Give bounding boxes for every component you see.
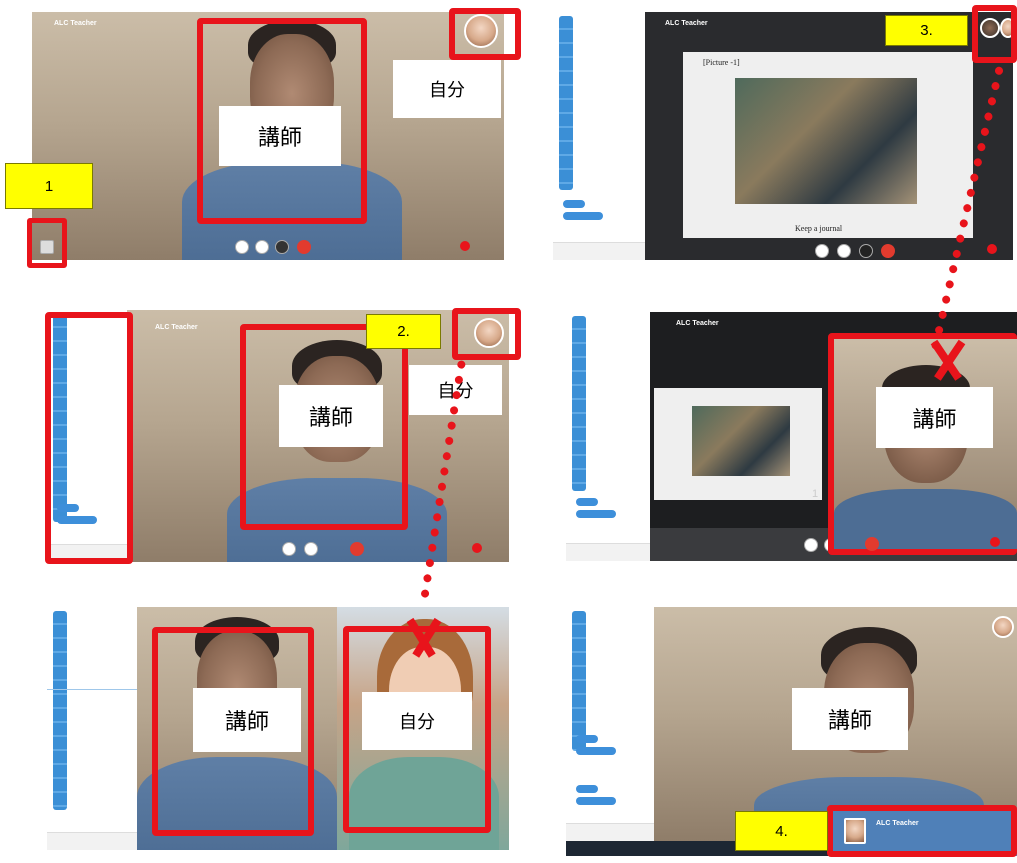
step-1-label: 1 xyxy=(5,163,93,209)
slide-caption: Keep a journal xyxy=(795,224,843,233)
notification-highlight xyxy=(827,805,1017,857)
end-call-button[interactable] xyxy=(297,240,311,254)
chat-messages xyxy=(572,316,586,491)
step-2-label: 2. xyxy=(366,314,441,349)
chat-messages xyxy=(559,16,573,190)
contact-name: ALC Teacher xyxy=(665,20,708,27)
teacher-label: 講師 xyxy=(279,385,383,447)
self-avatar-highlight xyxy=(972,5,1017,63)
chat-panel xyxy=(553,12,645,260)
self-avatar[interactable] xyxy=(992,616,1014,638)
slide-photo xyxy=(735,78,917,204)
contact-name: ALC Teacher xyxy=(54,20,97,27)
step-4-label: 4. xyxy=(735,811,828,851)
contact-name: ALC Teacher xyxy=(155,324,198,331)
mic-button[interactable] xyxy=(304,542,318,556)
heart-icon[interactable] xyxy=(460,241,470,251)
volume-button[interactable] xyxy=(815,244,829,258)
slide-title: [Picture -1] xyxy=(703,58,740,67)
chat-bubble xyxy=(576,747,616,755)
slide-photo xyxy=(692,406,790,476)
chat-panel xyxy=(566,312,650,561)
volume-button[interactable] xyxy=(804,538,818,552)
chat-panel xyxy=(566,607,654,841)
chat-bubble xyxy=(576,785,598,793)
self-label: 自分 xyxy=(393,60,501,118)
shared-picture-slide xyxy=(654,388,822,500)
chat-panel xyxy=(47,607,137,850)
chat-bubble xyxy=(576,510,616,518)
heart-icon[interactable] xyxy=(472,543,482,553)
chat-input[interactable] xyxy=(553,242,645,260)
self-label: 自分 xyxy=(362,692,472,750)
step-3-label: 3. xyxy=(885,15,968,46)
chat-messages xyxy=(53,611,67,810)
arrow-head-step-2 xyxy=(396,616,456,676)
chat-bubble xyxy=(576,735,598,743)
contact-name: ALC Teacher xyxy=(676,320,719,327)
shared-picture-slide: [Picture -1] Keep a journal xyxy=(683,52,973,238)
arrow-head-step-3 xyxy=(920,338,980,394)
self-avatar-highlight xyxy=(449,8,521,60)
chat-bubble xyxy=(576,498,598,506)
end-call-button[interactable] xyxy=(350,542,364,556)
teacher-label: 講師 xyxy=(792,688,908,750)
heart-icon[interactable] xyxy=(990,537,1000,547)
teacher-label: 講師 xyxy=(876,387,993,448)
volume-button[interactable] xyxy=(235,240,249,254)
end-call-button[interactable] xyxy=(865,537,879,551)
screenshot-4-share-picture: ALC Teacher [Picture -1] Keep a journal xyxy=(553,12,1013,260)
heart-icon[interactable] xyxy=(987,244,997,254)
page-number: 1 xyxy=(812,488,819,500)
end-call-button[interactable] xyxy=(881,244,895,258)
mic-button[interactable] xyxy=(837,244,851,258)
volume-button[interactable] xyxy=(282,542,296,556)
chat-bubble xyxy=(563,212,603,220)
chat-input[interactable] xyxy=(566,823,654,841)
teacher-label: 講師 xyxy=(193,688,301,752)
camera-button[interactable] xyxy=(275,240,289,254)
chat-messages xyxy=(572,611,586,751)
teacher-label: 講師 xyxy=(219,106,341,166)
camera-button[interactable] xyxy=(859,244,873,258)
chat-panel-highlight xyxy=(45,312,133,564)
chat-button-highlight xyxy=(27,218,67,268)
chat-input[interactable] xyxy=(566,543,650,561)
chat-input[interactable] xyxy=(47,832,137,850)
self-avatar-highlight xyxy=(452,308,521,360)
chat-bubble xyxy=(576,797,616,805)
chat-bubble xyxy=(563,200,585,208)
mic-button[interactable] xyxy=(255,240,269,254)
